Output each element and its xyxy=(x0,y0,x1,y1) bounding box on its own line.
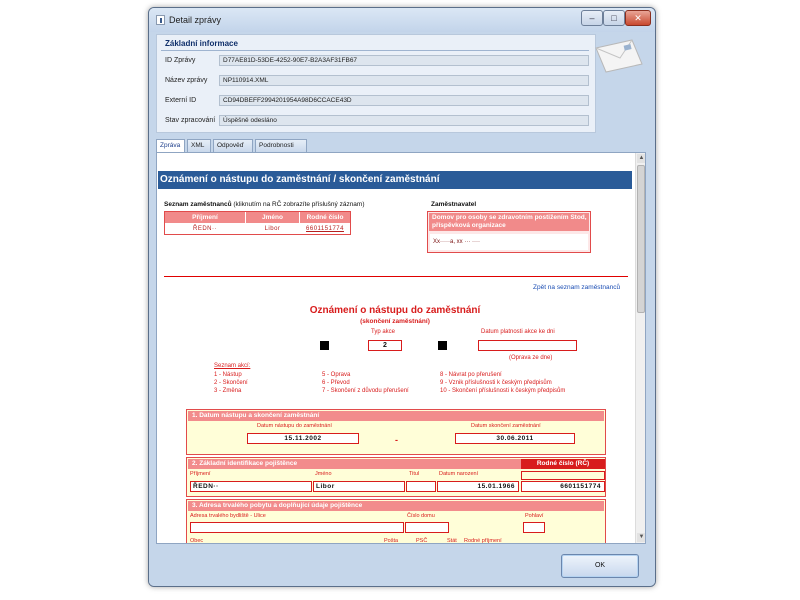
detail-window: Detail zprávy – □ ✕ Základní informace I… xyxy=(148,7,656,587)
city-label: Obec xyxy=(190,538,204,544)
section-1-title: 1. Datum nástupu a skončení zaměstnání xyxy=(188,411,604,421)
message-name-field[interactable]: NP110914.XML xyxy=(219,75,589,86)
correction-date-label: (Oprava ze dne) xyxy=(509,355,553,361)
section-2-identification: 2. Základní identifikace pojištěnce Rodn… xyxy=(186,457,606,497)
minimize-button[interactable]: – xyxy=(581,10,603,26)
employer-label: Zaměstnavatel xyxy=(431,201,477,208)
app-icon xyxy=(156,15,165,25)
status-field[interactable]: Úspěšně odesláno xyxy=(219,115,589,126)
firstname-field[interactable]: Libor xyxy=(313,481,405,492)
scroll-thumb[interactable] xyxy=(637,165,645,313)
window-title: Detail zprávy xyxy=(169,15,222,25)
street-field[interactable] xyxy=(190,522,404,533)
envelope-icon xyxy=(592,36,646,76)
birthdate-field[interactable]: 15.01.1966 xyxy=(437,481,519,492)
house-number-field[interactable] xyxy=(405,522,449,533)
employer-address: Xx·····a, xx ··· ···· xyxy=(430,234,588,250)
firstname-label: Jméno xyxy=(315,471,332,477)
end-date-label: Datum skončení zaměstnání xyxy=(471,423,541,429)
bottom-bar: OK xyxy=(149,546,655,586)
employees-section-label: Seznam zaměstnanců (kliknutím na RČ zobr… xyxy=(164,201,365,208)
actions-list-title: Seznam akcí: xyxy=(214,363,251,369)
start-date-label: Datum nástupu do zaměstnání xyxy=(257,423,332,429)
post-label: Pošta xyxy=(384,538,399,544)
divider-line xyxy=(164,276,628,277)
message-content[interactable]: Oznámení o nástupu do zaměstnání / skonč… xyxy=(156,152,646,544)
scroll-up-arrow-icon[interactable]: ▲ xyxy=(637,154,645,163)
action-item: 8 - Návrat po přerušení xyxy=(440,372,502,378)
tab-xml[interactable]: XML xyxy=(187,139,211,152)
end-date-field[interactable]: 30.06.2011 xyxy=(455,433,575,444)
employee-surname: ŘEDN·· xyxy=(193,226,217,232)
street-label: Adresa trvalého bydliště - Ulice xyxy=(190,513,266,519)
employees-hint: (kliknutím na RČ zobrazíte příslušný záz… xyxy=(233,201,365,208)
marker-left xyxy=(320,341,329,350)
employer-name: Domov pro osoby se zdravotním postižením… xyxy=(429,213,589,231)
rc-header: Rodné číslo (RČ) xyxy=(521,459,605,469)
column-header-firstname: Jméno xyxy=(246,212,299,223)
form-title: Oznámení o nástupu do zaměstnání xyxy=(309,305,481,316)
employees-label: Seznam zaměstnanců xyxy=(164,201,232,208)
date-dash: - xyxy=(395,435,398,445)
action-type-field[interactable]: 2 xyxy=(368,340,402,351)
title-field[interactable] xyxy=(406,481,436,492)
section-3-address: 3. Adresa trvalého pobytu a doplňující ú… xyxy=(186,499,606,544)
column-header-rc: Rodné číslo xyxy=(300,212,350,223)
surname-label: Příjmení xyxy=(190,471,211,477)
gender-label: Pohlaví xyxy=(525,513,544,519)
employer-box: Domov pro osoby se zdravotním postižením… xyxy=(427,211,591,253)
message-id-label: ID Zprávy xyxy=(165,57,196,64)
house-number-label: Číslo domu xyxy=(407,513,435,519)
rc-field[interactable]: 6601151774 xyxy=(521,481,605,492)
employee-firstname: Libor xyxy=(264,226,281,232)
tab-response[interactable]: Odpověď xyxy=(213,139,253,152)
column-header-surname: Příjmení xyxy=(165,212,245,223)
rc-empty-field[interactable] xyxy=(521,471,605,480)
back-to-employees-link[interactable]: Zpět na seznam zaměstnanců xyxy=(533,284,620,291)
document-header: Oznámení o nástupu do zaměstnání / skonč… xyxy=(158,171,632,189)
message-id-field[interactable]: D77AE81D-53DE-4252-90E7-B2A3AF31FB67 xyxy=(219,55,589,66)
state-label: Stát xyxy=(447,538,457,544)
action-item: 3 - Změna xyxy=(214,388,242,394)
action-item: 7 - Skončení z důvodu přerušení xyxy=(322,388,409,394)
maximize-button[interactable]: □ xyxy=(603,10,625,26)
scroll-down-arrow-icon[interactable]: ▼ xyxy=(637,533,645,542)
tab-message[interactable]: Zpráva xyxy=(156,139,185,153)
start-date-field[interactable]: 15.11.2002 xyxy=(247,433,359,444)
marker-right xyxy=(438,341,447,350)
info-title: Základní informace xyxy=(165,39,238,48)
title-label: Titul xyxy=(409,471,420,477)
message-name-label: Název zprávy xyxy=(165,77,208,84)
title-bar[interactable]: Detail zprávy – □ ✕ xyxy=(149,8,655,32)
section-1-dates: 1. Datum nástupu a skončení zaměstnání D… xyxy=(186,409,606,455)
birthdate-label: Datum narození xyxy=(439,471,479,477)
close-button[interactable]: ✕ xyxy=(625,10,651,26)
action-item: 1 - Nástup xyxy=(214,372,242,378)
action-type-label: Typ akce xyxy=(371,329,396,335)
action-item: 2 - Skončení xyxy=(214,380,248,386)
vertical-scrollbar[interactable]: ▲ ▼ xyxy=(635,153,645,543)
form-subtitle: (skončení zaměstnání) xyxy=(360,318,430,325)
action-item: 10 - Skončení příslušnosti k českým před… xyxy=(440,388,566,394)
ok-button[interactable]: OK xyxy=(561,554,639,578)
action-date-field[interactable] xyxy=(478,340,577,351)
action-date-label: Datum platnosti akce ke dni xyxy=(481,329,555,335)
external-id-label: Externí ID xyxy=(165,97,197,104)
external-id-field[interactable]: CD94DBEFF2994201954A98D6CCACE43D xyxy=(219,95,589,106)
employees-table: Příjmení Jméno Rodné číslo ŘEDN·· Libor … xyxy=(164,211,351,235)
employee-rc-link[interactable]: 6601151774 xyxy=(300,224,350,234)
status-label: Stav zpracování xyxy=(165,117,216,124)
basic-info-panel: Základní informace ID Zprávy D77AE81D-53… xyxy=(156,34,596,133)
action-item: 9 - Vznik příslušnosti k českým předpisů… xyxy=(440,380,552,386)
action-item: 5 - Oprava xyxy=(322,372,351,378)
zip-label: PSČ xyxy=(416,538,428,544)
tab-details[interactable]: Podrobnosti xyxy=(255,139,307,152)
birth-surname-label: Rodné příjmení xyxy=(464,538,502,544)
info-divider xyxy=(161,50,589,51)
section-3-title: 3. Adresa trvalého pobytu a doplňující ú… xyxy=(188,501,604,511)
action-item: 6 - Převod xyxy=(322,380,350,386)
gender-field[interactable] xyxy=(523,522,545,533)
surname-field[interactable]: ŘEDN·· xyxy=(190,481,312,492)
